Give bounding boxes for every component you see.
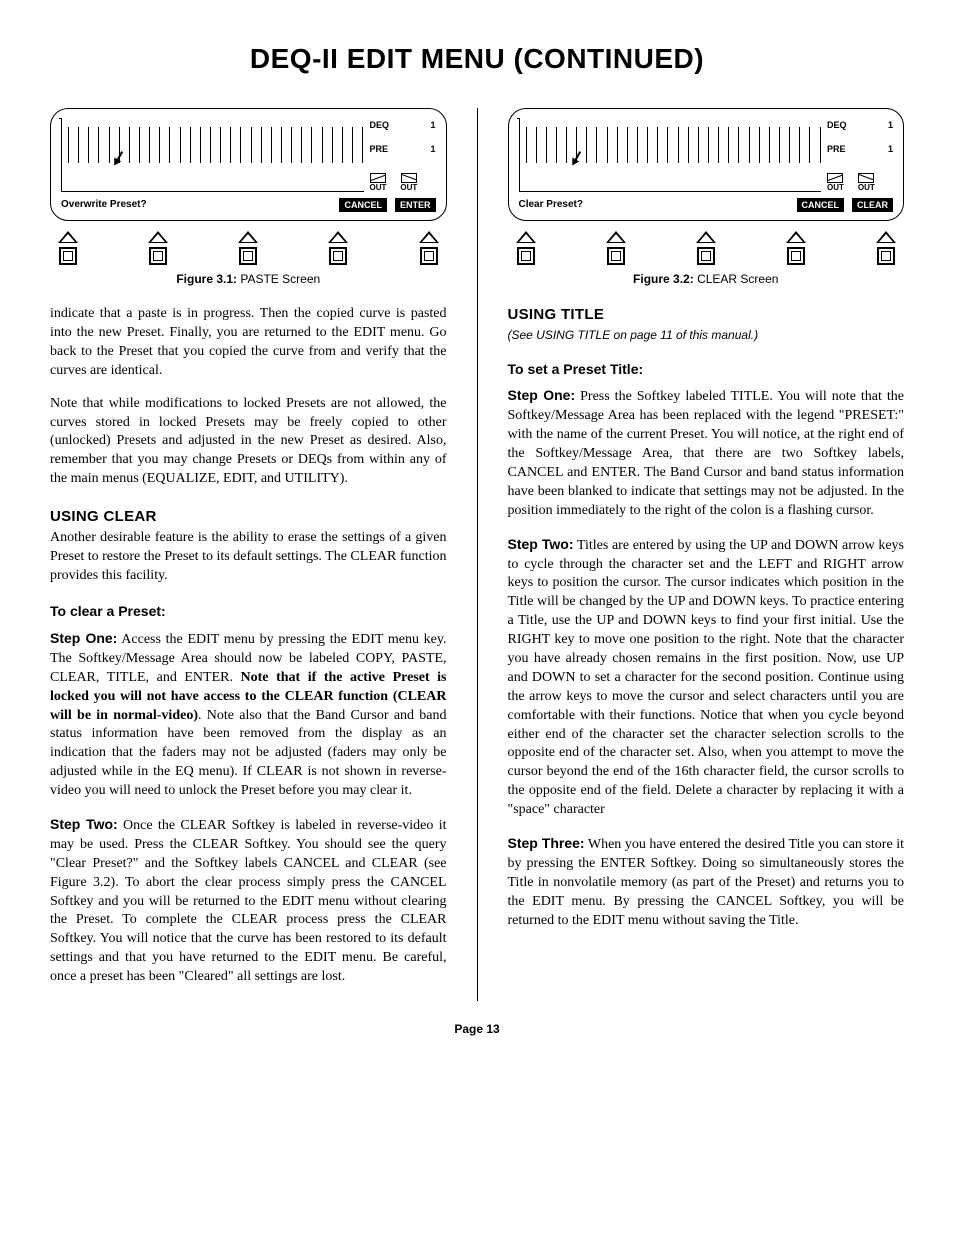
figure-paste-screen: DEQ 1 PRE 1 OUT OUT Overwrite Preset? CANC…: [50, 108, 447, 221]
deq-label: DEQ: [370, 121, 390, 130]
body-text: indicate that a paste is in progress. Th…: [50, 305, 447, 381]
pre-value: 1: [430, 145, 435, 154]
out-right-icon: OUT: [858, 173, 875, 192]
fader-display: [61, 119, 364, 192]
fader-display: [519, 119, 822, 192]
column-divider: [477, 108, 478, 1001]
step-two-title: Step Two: Titles are entered by using th…: [508, 535, 905, 820]
cancel-softkey-label: CANCEL: [797, 198, 845, 212]
step-one-title: Step One: Press the Softkey labeled TITL…: [508, 386, 905, 520]
cancel-softkey-label: CANCEL: [339, 198, 387, 212]
step-label: Step One:: [508, 387, 576, 403]
pre-label: PRE: [827, 145, 846, 154]
body-text: Note that while modifications to locked …: [50, 395, 447, 489]
softkey-3: [696, 231, 716, 265]
clear-softkey-label: CLEAR: [852, 198, 893, 212]
deq-label: DEQ: [827, 121, 847, 130]
softkey-5: [419, 231, 439, 265]
step-label: Step Two:: [50, 816, 118, 832]
step-one-clear: Step One: Access the EDIT menu by pressi…: [50, 629, 447, 801]
softkey-1: [516, 231, 536, 265]
message-text: Clear Preset?: [519, 198, 789, 212]
deq-value: 1: [430, 121, 435, 130]
softkey-2: [606, 231, 626, 265]
heading-to-set-title: To set a Preset Title:: [508, 360, 905, 379]
cross-reference-note: (See USING TITLE on page 11 of this manu…: [508, 327, 905, 343]
page-number: Page 13: [50, 1021, 904, 1037]
right-column: DEQ 1 PRE 1 OUT OUT Clear Preset? CANCEL C…: [508, 108, 905, 1001]
message-text: Overwrite Preset?: [61, 198, 331, 212]
pre-label: PRE: [370, 145, 389, 154]
figure-2-caption: Figure 3.2: CLEAR Screen: [508, 271, 905, 287]
heading-to-clear: To clear a Preset:: [50, 602, 447, 621]
softkey-3: [238, 231, 258, 265]
deq-value: 1: [888, 121, 893, 130]
enter-softkey-label: ENTER: [395, 198, 436, 212]
out-left-icon: OUT: [370, 173, 387, 192]
out-right-icon: OUT: [400, 173, 417, 192]
step-two-clear: Step Two: Once the CLEAR Softkey is labe…: [50, 815, 447, 987]
softkey-row: [508, 231, 905, 265]
figure-1-caption: Figure 3.1: PASTE Screen: [50, 271, 447, 287]
step-label: Step Two:: [508, 536, 574, 552]
left-column: DEQ 1 PRE 1 OUT OUT Overwrite Preset? CANC…: [50, 108, 447, 1001]
out-left-icon: OUT: [827, 173, 844, 192]
step-label: Step Three:: [508, 835, 585, 851]
heading-using-title: USING TITLE: [508, 305, 905, 325]
page-title: DEQ-II EDIT MENU (CONTINUED): [50, 40, 904, 78]
figure-clear-screen: DEQ 1 PRE 1 OUT OUT Clear Preset? CANCEL C…: [508, 108, 905, 221]
heading-using-clear: USING CLEAR: [50, 507, 447, 527]
softkey-4: [786, 231, 806, 265]
step-label: Step One:: [50, 630, 117, 646]
pre-value: 1: [888, 145, 893, 154]
softkey-2: [148, 231, 168, 265]
softkey-4: [328, 231, 348, 265]
softkey-5: [876, 231, 896, 265]
softkey-1: [58, 231, 78, 265]
body-text: Another desirable feature is the ability…: [50, 529, 447, 586]
step-three-title: Step Three: When you have entered the de…: [508, 834, 905, 930]
softkey-row: [50, 231, 447, 265]
